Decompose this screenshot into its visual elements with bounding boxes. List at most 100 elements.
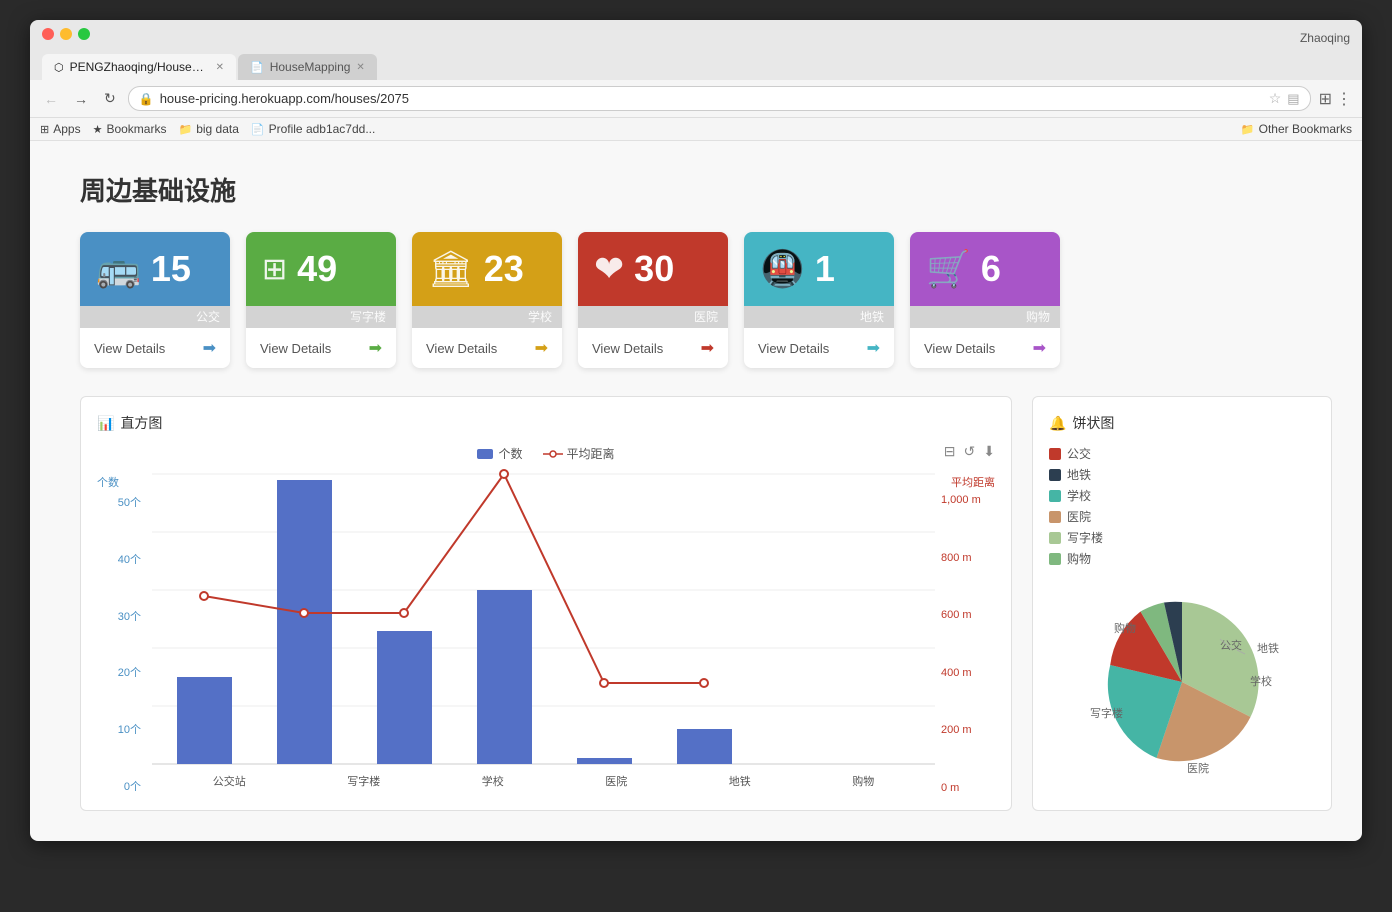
histogram-legend: 个数 平均距离 ⊟ ↺ ⬇ [97,445,995,462]
minimize-button[interactable] [60,28,72,40]
bus-arrow-icon: ➡ [203,338,216,358]
office-icon: ⊞ [262,252,287,287]
chart-refresh-icon[interactable]: ↺ [964,443,976,460]
shopping-view-details[interactable]: View Details ➡ [910,328,1060,368]
pie-legend: 公交 地铁 学校 医院 [1049,445,1315,567]
tab-close-1[interactable]: ✕ [216,62,224,73]
close-button[interactable] [42,28,54,40]
y-axis-right: 1,000 m 800 m 600 m 400 m 200 m 0 m [935,494,990,794]
reload-button[interactable]: ↻ [100,88,120,109]
legend-distance-text: 平均距离 [567,445,615,462]
office-arrow-icon: ➡ [369,338,382,358]
hospital-arrow-icon: ➡ [701,338,714,358]
chart-save-icon[interactable]: ⊟ [944,443,956,460]
pie-chart: 🔔 饼状图 公交 地铁 学校 [1032,396,1332,811]
page-title: 周边基础设施 [80,171,1332,208]
metro-icon: 🚇 [760,248,805,290]
office-view-details-text: View Details [260,341,331,356]
pie-legend-box-hospital [1049,511,1061,523]
bookmark-bigdata[interactable]: 📁 big data [178,122,238,136]
y-left-0: 0个 [124,778,141,794]
shopping-view-details-text: View Details [924,341,995,356]
other-bookmarks[interactable]: 📁 Other Bookmarks [1241,122,1352,136]
forward-button[interactable]: → [70,89,92,109]
tab-label-2: HouseMapping [270,60,351,74]
menu-icon[interactable]: ⋮ [1336,89,1352,109]
school-label: 学校 [528,310,552,324]
office-view-details[interactable]: View Details ➡ [246,328,396,368]
bus-view-details[interactable]: View Details ➡ [80,328,230,368]
tab-label-1: PENGZhaoqing/HousePricing [70,60,210,74]
bookmark-profile[interactable]: 📄 Profile adb1ac7dd... [251,122,375,136]
github-icon: ⬡ [54,61,64,74]
bookmark-apps[interactable]: ⊞ Apps [40,122,81,136]
x-label-office: 写字楼 [347,773,380,789]
pie-title-icon: 🔔 [1049,415,1066,432]
pie-label-gongj: 公交 [1220,638,1242,652]
bookmark-star-icon[interactable]: ☆ [1269,90,1282,107]
hospital-view-details[interactable]: View Details ➡ [578,328,728,368]
hospital-label: 医院 [694,310,718,324]
pie-legend-office: 写字楼 [1049,529,1315,546]
tab-housemapping[interactable]: 📄 HouseMapping ✕ [238,54,377,80]
tab-close-2[interactable]: ✕ [356,62,364,73]
x-label-metro: 地铁 [729,773,751,789]
x-label-school: 学校 [482,773,504,789]
folder-icon: 📁 [178,123,192,136]
shopping-arrow-icon: ➡ [1033,338,1046,358]
pie-svg-container: 公交 地铁 学校 医院 写字楼 购物 [1049,577,1315,777]
profile-label: Profile adb1ac7dd... [269,122,376,136]
histogram-chart: 📊 直方图 个数 平均距离 [80,396,1012,811]
pie-legend-label-school: 学校 [1067,487,1091,504]
url-text: house-pricing.herokuapp.com/houses/2075 [160,91,1263,106]
reader-icon[interactable]: ▤ [1287,91,1299,107]
shopping-label: 购物 [1026,310,1050,324]
extensions-icon[interactable]: ⊞ [1319,89,1332,109]
pie-label-yiyuan: 医院 [1187,761,1209,775]
y-right-1000: 1,000 m [941,494,981,506]
y-left-30: 30个 [118,608,141,624]
pie-legend-bus: 公交 [1049,445,1315,462]
pie-legend-box-school [1049,490,1061,502]
folder-other-icon: 📁 [1241,123,1255,136]
metro-view-details[interactable]: View Details ➡ [744,328,894,368]
school-view-details-text: View Details [426,341,497,356]
chart-download-icon[interactable]: ⬇ [983,443,995,460]
dot-shopping [700,679,708,687]
bookmark-bookmarks[interactable]: ★ Bookmarks [93,122,167,136]
pie-svg: 公交 地铁 学校 医院 写字楼 购物 [1072,577,1292,777]
y-right-800: 800 m [941,552,972,564]
pie-legend-hospital: 医院 [1049,508,1315,525]
y-left-10: 10个 [118,721,141,737]
y-left-40: 40个 [118,551,141,567]
y-left-50: 50个 [118,494,141,510]
browser-user: Zhaoqing [1300,31,1350,45]
address-bar[interactable]: 🔒 house-pricing.herokuapp.com/houses/207… [128,86,1311,111]
y-axis-right-label: 平均距离 [935,474,995,490]
pie-title-text: 饼状图 [1072,413,1114,433]
y-right-0: 0 m [941,782,959,794]
maximize-button[interactable] [78,28,90,40]
chart-actions: ⊟ ↺ ⬇ [944,443,995,460]
back-button[interactable]: ← [40,89,62,109]
charts-section: 📊 直方图 个数 平均距离 [80,396,1332,811]
apps-label: Apps [53,122,80,136]
pie-label-ditie: 地铁 [1257,642,1279,655]
bar-shopping [677,729,732,764]
stat-card-shopping: 🛒 6 购物 View Details ➡ [910,232,1060,368]
bus-view-details-text: View Details [94,341,165,356]
school-view-details[interactable]: View Details ➡ [412,328,562,368]
shopping-count: 6 [981,248,1001,290]
office-label: 写字楼 [350,310,386,324]
pie-legend-school: 学校 [1049,487,1315,504]
school-icon: 🏛 [428,248,474,290]
heart-icon: ❤ [594,248,624,290]
doc-icon: 📄 [251,123,265,136]
legend-count-text: 个数 [498,445,522,462]
pie-legend-label-shopping: 购物 [1067,550,1091,567]
tab-houseprice[interactable]: ⬡ PENGZhaoqing/HousePricing ✕ [42,54,236,80]
x-label-bus: 公交站 [213,773,246,789]
pie-label-xuexiao: 学校 [1250,674,1272,688]
y-axis-left-label: 个数 [97,474,152,490]
y-right-600: 600 m [941,609,972,621]
